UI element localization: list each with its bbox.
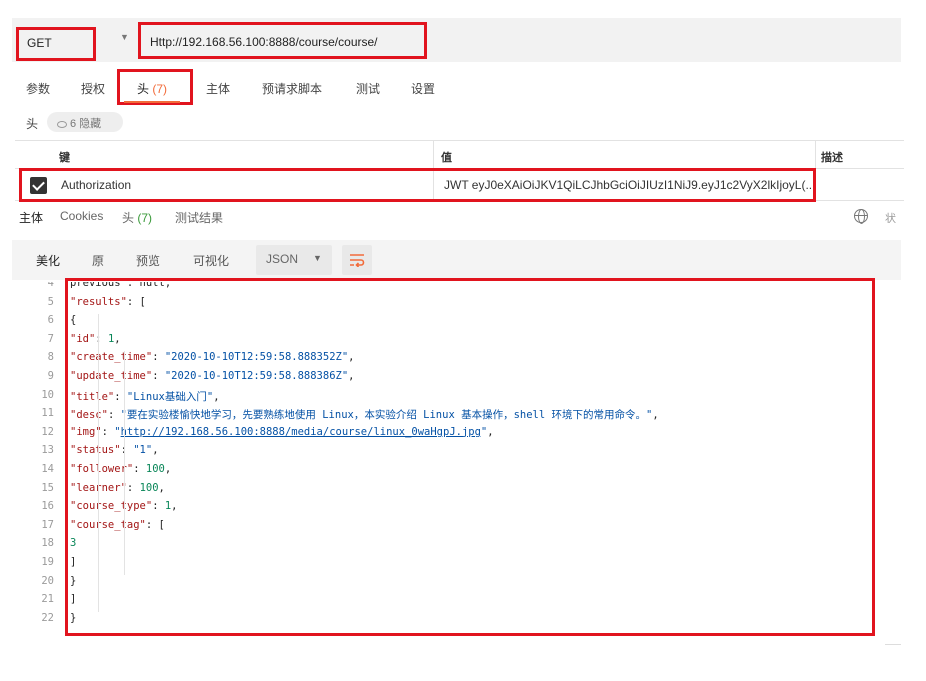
eye-icon — [57, 120, 67, 128]
url-input[interactable]: Http://192.168.56.100:8888/course/course… — [138, 22, 427, 59]
tab-label: 预请求脚本 — [262, 82, 323, 96]
line-number: 18 — [41, 537, 54, 550]
line-number: 10 — [41, 388, 54, 401]
line-number: 15 — [41, 481, 54, 494]
line-number: 8 — [47, 351, 54, 364]
tab-label: 测试结果 — [175, 211, 224, 225]
line-number: 21 — [41, 593, 54, 606]
tab-pre-request-script[interactable]: 预请求脚本 — [262, 80, 322, 97]
tab-settings[interactable]: 设置 — [411, 80, 435, 97]
tab-params[interactable]: 参数 — [26, 80, 50, 97]
line-number: 11 — [41, 407, 54, 420]
chevron-down-icon[interactable]: ▼ — [120, 32, 129, 42]
tab-response-cookies[interactable]: Cookies — [60, 209, 103, 223]
line-number: 7 — [47, 332, 54, 345]
tab-label: 主体 — [19, 211, 44, 225]
tab-highlight-box — [117, 69, 193, 105]
view-raw-button[interactable]: 原 — [92, 252, 104, 269]
format-value: JSON — [266, 252, 299, 266]
line-number: 17 — [41, 518, 54, 531]
column-key: 键 — [59, 152, 70, 164]
line-number: 5 — [47, 295, 54, 308]
line-number: 12 — [41, 425, 54, 438]
line-number: 20 — [41, 574, 54, 587]
tab-count: (7) — [137, 211, 153, 225]
response-status: 状 — [885, 213, 896, 225]
hidden-headers-toggle[interactable]: 6 隐藏 — [47, 112, 123, 132]
wrap-lines-icon — [350, 254, 365, 267]
header-value-cell[interactable]: JWT eyJ0eXAiOiJKV1QiLCJhbGciOiJIUzI1NiJ9… — [444, 178, 812, 192]
tab-test-results[interactable]: 测试结果 — [175, 209, 223, 226]
tab-label: 测试 — [356, 82, 381, 96]
line-number: 22 — [41, 611, 54, 624]
tab-response-headers[interactable]: 头 (7) — [122, 209, 152, 226]
column-value: 值 — [441, 152, 452, 164]
line-number: 6 — [47, 314, 54, 327]
format-select[interactable]: JSON ▼ — [256, 245, 332, 275]
tab-underline — [124, 101, 180, 103]
chevron-down-icon: ▼ — [313, 253, 322, 263]
header-key-cell[interactable]: Authorization — [61, 178, 131, 192]
view-visualize-button[interactable]: 可视化 — [193, 252, 229, 269]
line-number: 14 — [41, 463, 54, 475]
tab-tests[interactable]: 测试 — [356, 80, 380, 97]
tab-label: 头 — [122, 211, 135, 225]
response-highlight-box — [65, 278, 875, 636]
line-number: 13 — [41, 444, 54, 457]
column-description: 描述 — [821, 152, 843, 164]
headers-label: 头 — [26, 117, 39, 131]
tab-label: 授权 — [81, 82, 106, 96]
tab-label: Cookies — [60, 209, 104, 223]
tab-label: 设置 — [411, 82, 436, 96]
method-select[interactable]: GET — [16, 27, 96, 61]
line-number: 19 — [41, 556, 54, 568]
globe-icon[interactable] — [854, 209, 868, 224]
line-number: 4 — [47, 282, 54, 289]
tab-response-body[interactable]: 主体 — [19, 209, 43, 226]
line-number: 9 — [47, 370, 54, 382]
divider — [885, 644, 901, 645]
header-enabled-checkbox[interactable] — [30, 177, 47, 194]
view-preview-button[interactable]: 预览 — [136, 252, 160, 269]
table-header: 键 值 描述 — [15, 140, 904, 169]
hidden-count: 6 隐藏 — [70, 118, 102, 130]
wrap-lines-button[interactable] — [342, 245, 372, 275]
tab-authorization[interactable]: 授权 — [81, 80, 105, 97]
line-number: 16 — [41, 500, 54, 513]
view-pretty-button[interactable]: 美化 — [36, 252, 60, 269]
tab-label: 主体 — [206, 82, 231, 96]
tab-label: 参数 — [26, 82, 51, 96]
tab-body[interactable]: 主体 — [206, 80, 230, 97]
